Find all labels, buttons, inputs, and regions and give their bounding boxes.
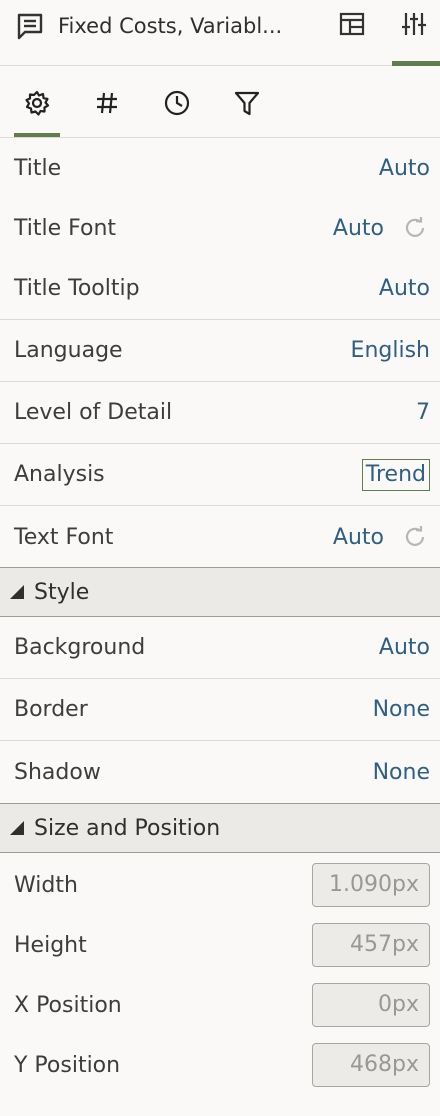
- tab-number-format[interactable]: [84, 82, 130, 128]
- style-section-label: Style: [34, 579, 90, 605]
- shadow-label: Shadow: [14, 759, 101, 785]
- analysis-row: Analysis Trend: [0, 444, 440, 506]
- layout-panel-button[interactable]: [332, 6, 372, 46]
- refresh-icon[interactable]: [402, 215, 428, 241]
- x-position-label: X Position: [14, 992, 122, 1018]
- clock-icon: [163, 89, 191, 121]
- properties-button[interactable]: [394, 6, 434, 46]
- text-font-label: Text Font: [14, 524, 114, 550]
- tab-time[interactable]: [154, 82, 200, 128]
- y-position-field[interactable]: 468px: [312, 1043, 430, 1087]
- property-tabs: [0, 66, 440, 138]
- size-position-section-label: Size and Position: [34, 815, 221, 841]
- shadow-value[interactable]: None: [373, 760, 430, 785]
- border-label: Border: [14, 697, 88, 722]
- comment-doc-icon: [14, 10, 46, 42]
- size-position-section-header[interactable]: Size and Position: [0, 803, 440, 853]
- tab-filter[interactable]: [224, 82, 270, 128]
- refresh-icon[interactable]: [402, 524, 428, 550]
- title-font-row: Title Font Auto: [0, 198, 440, 258]
- title-tooltip-row: Title Tooltip Auto: [0, 258, 440, 320]
- hash-icon: [93, 89, 121, 121]
- title-row: Title Auto: [0, 138, 440, 198]
- title-tooltip-label: Title Tooltip: [14, 276, 140, 301]
- title-tooltip-value[interactable]: Auto: [379, 276, 430, 301]
- gear-icon: [23, 89, 51, 121]
- background-value[interactable]: Auto: [379, 635, 430, 660]
- width-label: Width: [14, 872, 78, 898]
- y-position-label: Y Position: [14, 1052, 121, 1078]
- text-font-row: Text Font Auto: [0, 506, 440, 568]
- level-of-detail-value[interactable]: 7: [416, 400, 430, 425]
- style-section-header[interactable]: Style: [0, 567, 440, 617]
- title-font-label: Title Font: [14, 215, 117, 241]
- panel-header: Fixed Costs, Variabl...: [0, 0, 440, 66]
- border-row: Border None: [0, 679, 440, 741]
- layout-panel-icon: [338, 10, 366, 42]
- collapse-triangle-icon: [8, 583, 26, 601]
- background-label: Background: [14, 635, 146, 660]
- title-label: Title: [14, 155, 62, 181]
- text-font-value[interactable]: Auto: [333, 525, 384, 550]
- panel-title: Fixed Costs, Variabl...: [58, 14, 283, 38]
- x-position-row: X Position 0px: [0, 975, 440, 1035]
- x-position-field[interactable]: 0px: [312, 983, 430, 1027]
- level-of-detail-label: Level of Detail: [14, 400, 173, 425]
- width-row: Width 1.090px: [0, 855, 440, 915]
- border-value[interactable]: None: [373, 697, 430, 722]
- language-row: Language English: [0, 320, 440, 382]
- analysis-value[interactable]: Trend: [361, 458, 430, 491]
- background-row: Background Auto: [0, 617, 440, 679]
- height-row: Height 457px: [0, 915, 440, 975]
- level-of-detail-row: Level of Detail 7: [0, 382, 440, 444]
- tab-active-indicator: [14, 133, 60, 137]
- height-label: Height: [14, 932, 87, 958]
- language-value[interactable]: English: [351, 338, 430, 363]
- y-position-row: Y Position 468px: [0, 1035, 440, 1095]
- collapse-triangle-icon: [8, 819, 26, 837]
- height-field[interactable]: 457px: [312, 923, 430, 967]
- sliders-icon: [400, 10, 428, 42]
- title-font-value[interactable]: Auto: [333, 216, 384, 241]
- analysis-label: Analysis: [14, 462, 105, 487]
- language-label: Language: [14, 338, 123, 363]
- tab-general[interactable]: [14, 82, 60, 128]
- title-value[interactable]: Auto: [379, 156, 430, 181]
- shadow-row: Shadow None: [0, 741, 440, 803]
- width-field[interactable]: 1.090px: [312, 863, 430, 907]
- filter-icon: [233, 89, 261, 121]
